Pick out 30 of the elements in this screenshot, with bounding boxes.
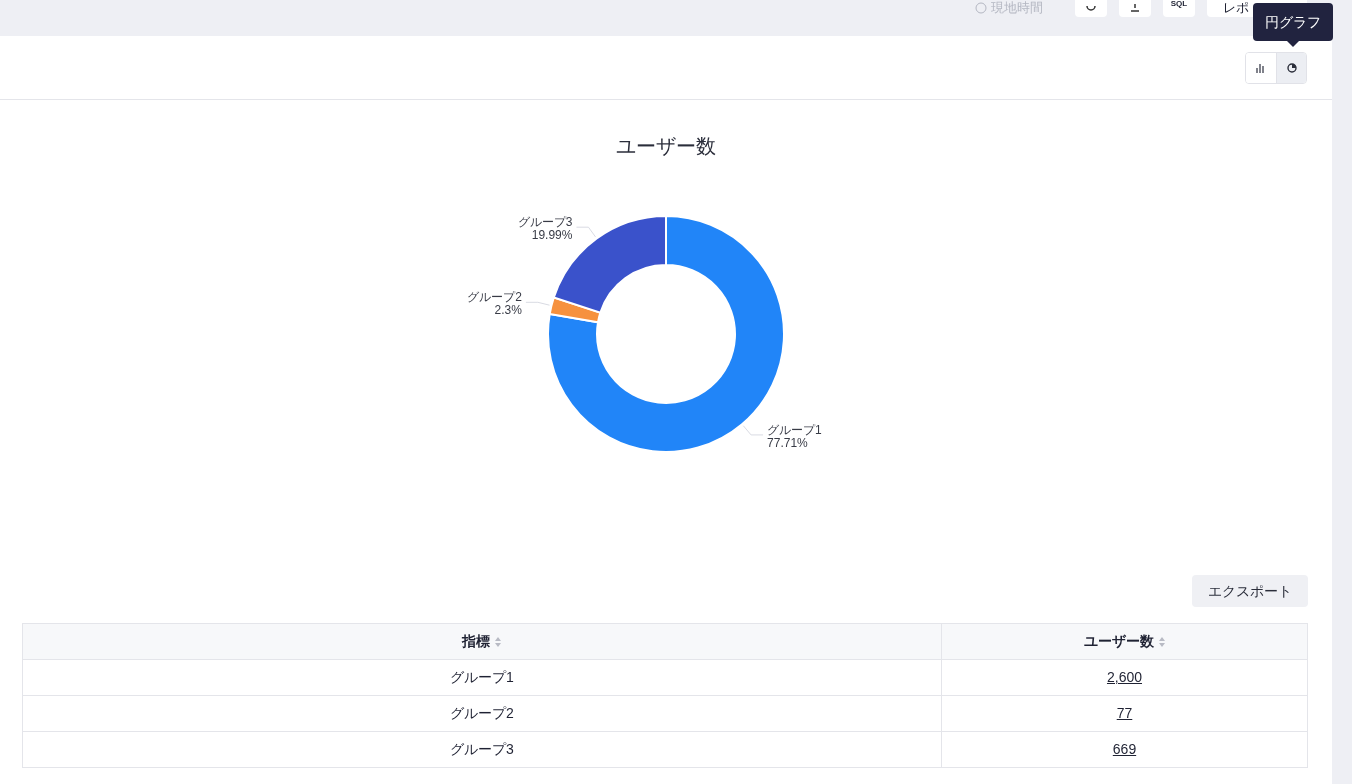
slice-label: グループ1: [767, 422, 822, 437]
export-button[interactable]: エクスポート: [1192, 575, 1308, 607]
leader-line: [525, 301, 550, 306]
column-header: 指標: [462, 632, 490, 651]
table-cell-text: グループ3: [450, 740, 514, 759]
value-link[interactable]: 669: [1112, 739, 1137, 760]
download-icon: [1130, 4, 1140, 12]
refresh-icon: [1086, 5, 1096, 11]
pie-chart-toggle[interactable]: [1276, 52, 1306, 83]
tooltip: 円グラフ: [1253, 3, 1333, 41]
value-link[interactable]: 77: [1116, 703, 1133, 724]
tooltip-arrow-icon: [1287, 41, 1299, 47]
refresh-button[interactable]: [1075, 0, 1107, 17]
slice-label: グループ3: [517, 215, 573, 230]
slice-percent: 19.99%: [531, 228, 573, 243]
slice-percent: 77.71%: [767, 435, 808, 450]
chart-title: ユーザー数: [616, 134, 716, 159]
table-cell-text: グループ1: [450, 668, 514, 687]
bar-chart-icon: [1256, 62, 1266, 73]
clock-icon: [975, 1, 987, 14]
leader-line: [742, 425, 764, 436]
slice-percent: 2.3%: [494, 303, 522, 318]
sql-button[interactable]: SQL: [1163, 0, 1195, 17]
leader-line: [575, 226, 596, 238]
column-header: ユーザー数: [1083, 632, 1154, 651]
slice-label: グループ2: [467, 290, 522, 305]
value-link[interactable]: 2,600: [1106, 667, 1142, 688]
table-cell-text: グループ2: [450, 704, 514, 723]
download-button[interactable]: [1119, 0, 1151, 17]
pie-chart-icon: [1286, 62, 1297, 73]
